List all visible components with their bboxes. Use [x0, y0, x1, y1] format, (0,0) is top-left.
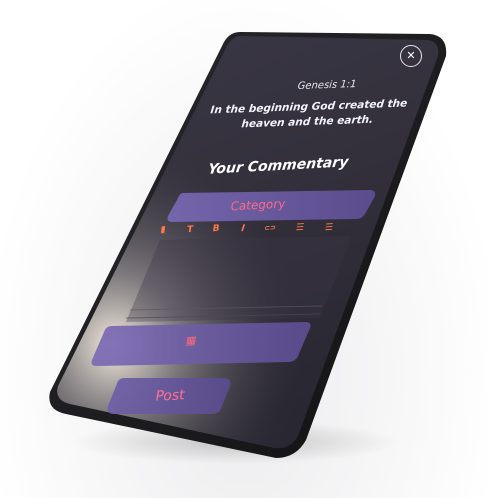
italic-icon[interactable]: I: [235, 223, 250, 234]
close-icon: ✕: [406, 49, 416, 62]
bible-icon[interactable]: ▮: [155, 224, 170, 235]
page-title: Your Commentary: [207, 154, 350, 178]
post-button[interactable]: Post: [139, 386, 201, 405]
link-icon[interactable]: ⊂⊃: [262, 223, 277, 233]
bold-icon[interactable]: B: [208, 223, 223, 235]
commentary-screen: ✕ Genesis 1:1 In the beginning God creat…: [0, 0, 488, 498]
verse-reference: Genesis 1:1: [296, 78, 358, 93]
text-size-icon[interactable]: T: [182, 224, 197, 236]
close-button[interactable]: ✕: [400, 45, 422, 67]
render-stage: ✕ Genesis 1:1 In the beginning God creat…: [0, 0, 488, 498]
bullet-list-icon[interactable]: ☰: [292, 222, 307, 234]
calendar-icon[interactable]: ▦: [185, 334, 197, 348]
commentary-editor[interactable]: [130, 240, 330, 306]
verse-text: In the beginning God created the heaven …: [209, 97, 408, 131]
category-select[interactable]: Category: [217, 196, 299, 214]
numbered-list-icon[interactable]: ☰: [321, 222, 336, 234]
